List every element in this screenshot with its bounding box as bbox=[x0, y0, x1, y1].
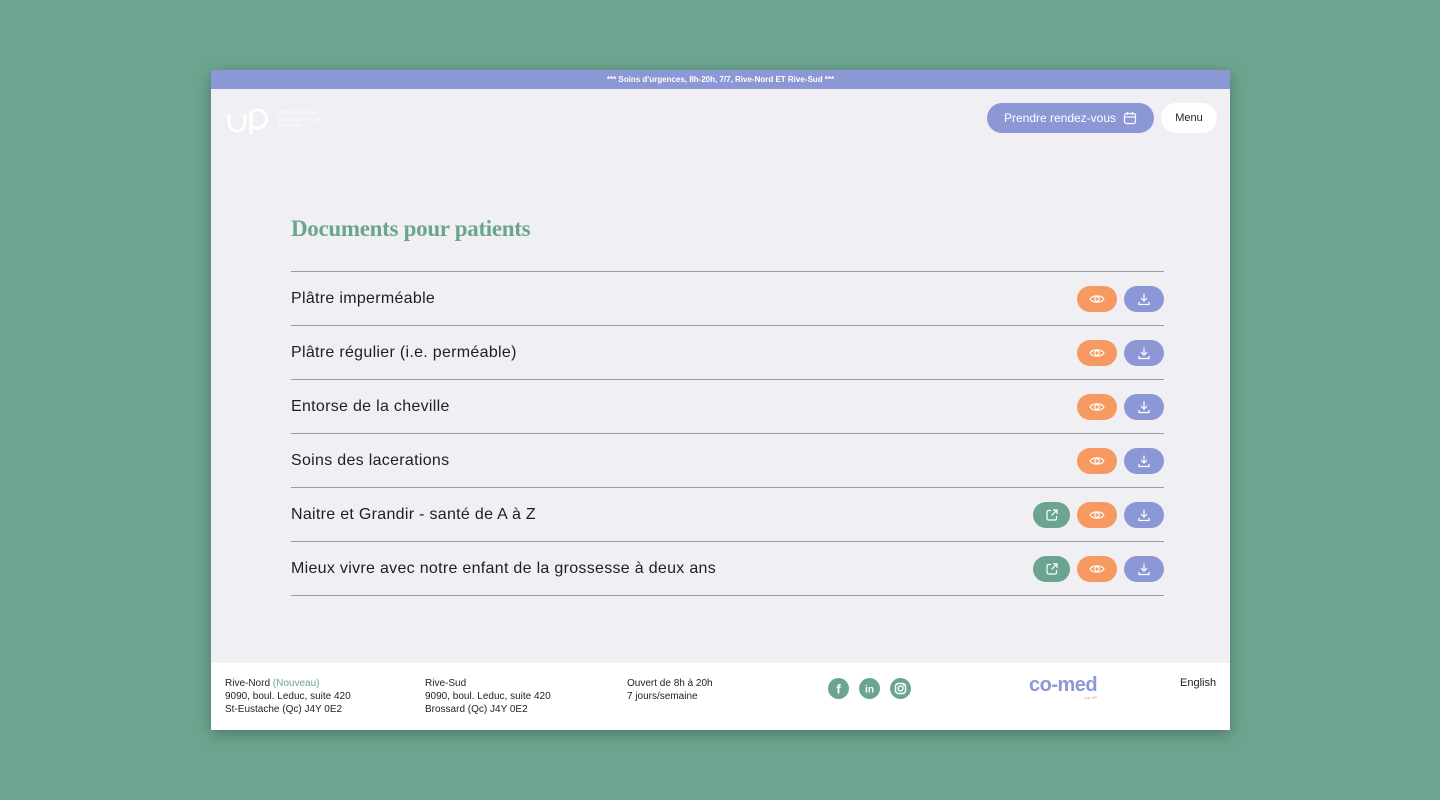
open-external-button[interactable] bbox=[1033, 555, 1070, 582]
footer-north-address: Rive-Nord (Nouveau) 9090, boul. Leduc, s… bbox=[225, 677, 351, 716]
document-row: Mieux vivre avec notre enfant de la gros… bbox=[291, 542, 1164, 596]
document-row: Plâtre imperméable bbox=[291, 272, 1164, 326]
up-logo-icon bbox=[227, 108, 269, 135]
eye-icon bbox=[1089, 294, 1105, 303]
announcement-banner: *** Soins d'urgences, 8h-20h, 7/7, Rive-… bbox=[211, 70, 1230, 89]
view-document-button[interactable] bbox=[1077, 447, 1117, 474]
facebook-icon[interactable]: f bbox=[828, 678, 849, 699]
svg-text:f: f bbox=[836, 682, 841, 697]
new-badge: (Nouveau) bbox=[272, 678, 320, 689]
document-title: Entorse de la cheville bbox=[291, 397, 450, 415]
download-document-button[interactable] bbox=[1124, 285, 1164, 312]
logo-tagline: centre d'urgences pédiatriques et soins … bbox=[278, 110, 324, 129]
view-document-button[interactable] bbox=[1077, 285, 1117, 312]
north-address-line2: St-Eustache (Qc) J4Y 0E2 bbox=[225, 704, 343, 715]
eye-icon bbox=[1089, 348, 1105, 357]
document-title: Plâtre régulier (i.e. perméable) bbox=[291, 343, 517, 361]
hours-line2: 7 jours/semaine bbox=[627, 691, 698, 702]
menu-button[interactable]: Menu bbox=[1161, 103, 1217, 133]
download-document-button[interactable] bbox=[1124, 393, 1164, 420]
svg-text:in: in bbox=[865, 685, 874, 696]
north-address-line1: 9090, boul. Leduc, suite 420 bbox=[225, 691, 351, 702]
document-title: Naitre et Grandir - santé de A à Z bbox=[291, 505, 536, 523]
language-switch-link[interactable]: English bbox=[1180, 677, 1216, 690]
south-location-name: Rive-Sud bbox=[425, 678, 467, 689]
document-actions bbox=[1077, 393, 1164, 420]
download-icon bbox=[1138, 347, 1150, 359]
browser-page: *** Soins d'urgences, 8h-20h, 7/7, Rive-… bbox=[211, 70, 1230, 730]
eye-icon bbox=[1089, 564, 1105, 573]
social-links: f in bbox=[828, 678, 911, 699]
download-document-button[interactable] bbox=[1124, 447, 1164, 474]
north-location-name: Rive-Nord bbox=[225, 678, 271, 689]
view-document-button[interactable] bbox=[1077, 555, 1117, 582]
view-document-button[interactable] bbox=[1077, 393, 1117, 420]
eye-icon bbox=[1089, 402, 1105, 411]
download-document-button[interactable] bbox=[1124, 555, 1164, 582]
document-title: Soins des lacerations bbox=[291, 451, 450, 469]
document-title: Plâtre imperméable bbox=[291, 289, 436, 307]
eye-icon bbox=[1089, 456, 1105, 465]
document-list: Plâtre imperméable Plâtre régulier (i.e. … bbox=[291, 271, 1164, 596]
download-icon bbox=[1138, 455, 1150, 467]
download-document-button[interactable] bbox=[1124, 501, 1164, 528]
document-row: Plâtre régulier (i.e. perméable) bbox=[291, 326, 1164, 380]
site-header: centre d'urgences pédiatriques et soins … bbox=[211, 89, 1230, 159]
document-actions bbox=[1077, 447, 1164, 474]
document-title: Mieux vivre avec notre enfant de la gros… bbox=[291, 559, 717, 577]
comed-logo[interactable]: co-med par UP bbox=[1029, 674, 1098, 700]
south-address-line2: Brossard (Qc) J4Y 0E2 bbox=[425, 704, 528, 715]
download-document-button[interactable] bbox=[1124, 339, 1164, 366]
open-external-button[interactable] bbox=[1033, 501, 1070, 528]
document-actions bbox=[1033, 501, 1164, 528]
calendar-icon bbox=[1123, 112, 1137, 125]
download-icon bbox=[1138, 401, 1150, 413]
download-icon bbox=[1138, 509, 1150, 521]
comed-logo-text: co-med bbox=[1029, 674, 1098, 696]
page-title: Documents pour patients bbox=[291, 216, 531, 241]
footer-south-address: Rive-Sud 9090, boul. Leduc, suite 420 Br… bbox=[425, 677, 551, 716]
external-link-icon bbox=[1045, 562, 1058, 575]
document-actions bbox=[1033, 555, 1164, 582]
download-icon bbox=[1138, 563, 1150, 575]
site-footer: Rive-Nord (Nouveau) 9090, boul. Leduc, s… bbox=[211, 663, 1230, 730]
hours-line1: Ouvert de 8h à 20h bbox=[627, 678, 713, 689]
south-address-line1: 9090, boul. Leduc, suite 420 bbox=[425, 691, 551, 702]
view-document-button[interactable] bbox=[1077, 501, 1117, 528]
site-logo[interactable]: centre d'urgences pédiatriques et soins … bbox=[226, 103, 336, 135]
document-actions bbox=[1077, 339, 1164, 366]
instagram-icon[interactable] bbox=[890, 678, 911, 699]
view-document-button[interactable] bbox=[1077, 339, 1117, 366]
eye-icon bbox=[1089, 510, 1105, 519]
download-icon bbox=[1138, 293, 1150, 305]
external-link-icon bbox=[1045, 508, 1058, 521]
linkedin-icon[interactable]: in bbox=[859, 678, 880, 699]
document-row: Entorse de la cheville bbox=[291, 380, 1164, 434]
book-appointment-label: Prendre rendez-vous bbox=[1003, 111, 1117, 125]
document-row: Naitre et Grandir - santé de A à Z bbox=[291, 488, 1164, 542]
footer-hours: Ouvert de 8h à 20h 7 jours/semaine bbox=[627, 677, 713, 703]
document-row: Soins des lacerations bbox=[291, 434, 1164, 488]
document-actions bbox=[1077, 285, 1164, 312]
book-appointment-button[interactable]: Prendre rendez-vous bbox=[987, 103, 1154, 133]
